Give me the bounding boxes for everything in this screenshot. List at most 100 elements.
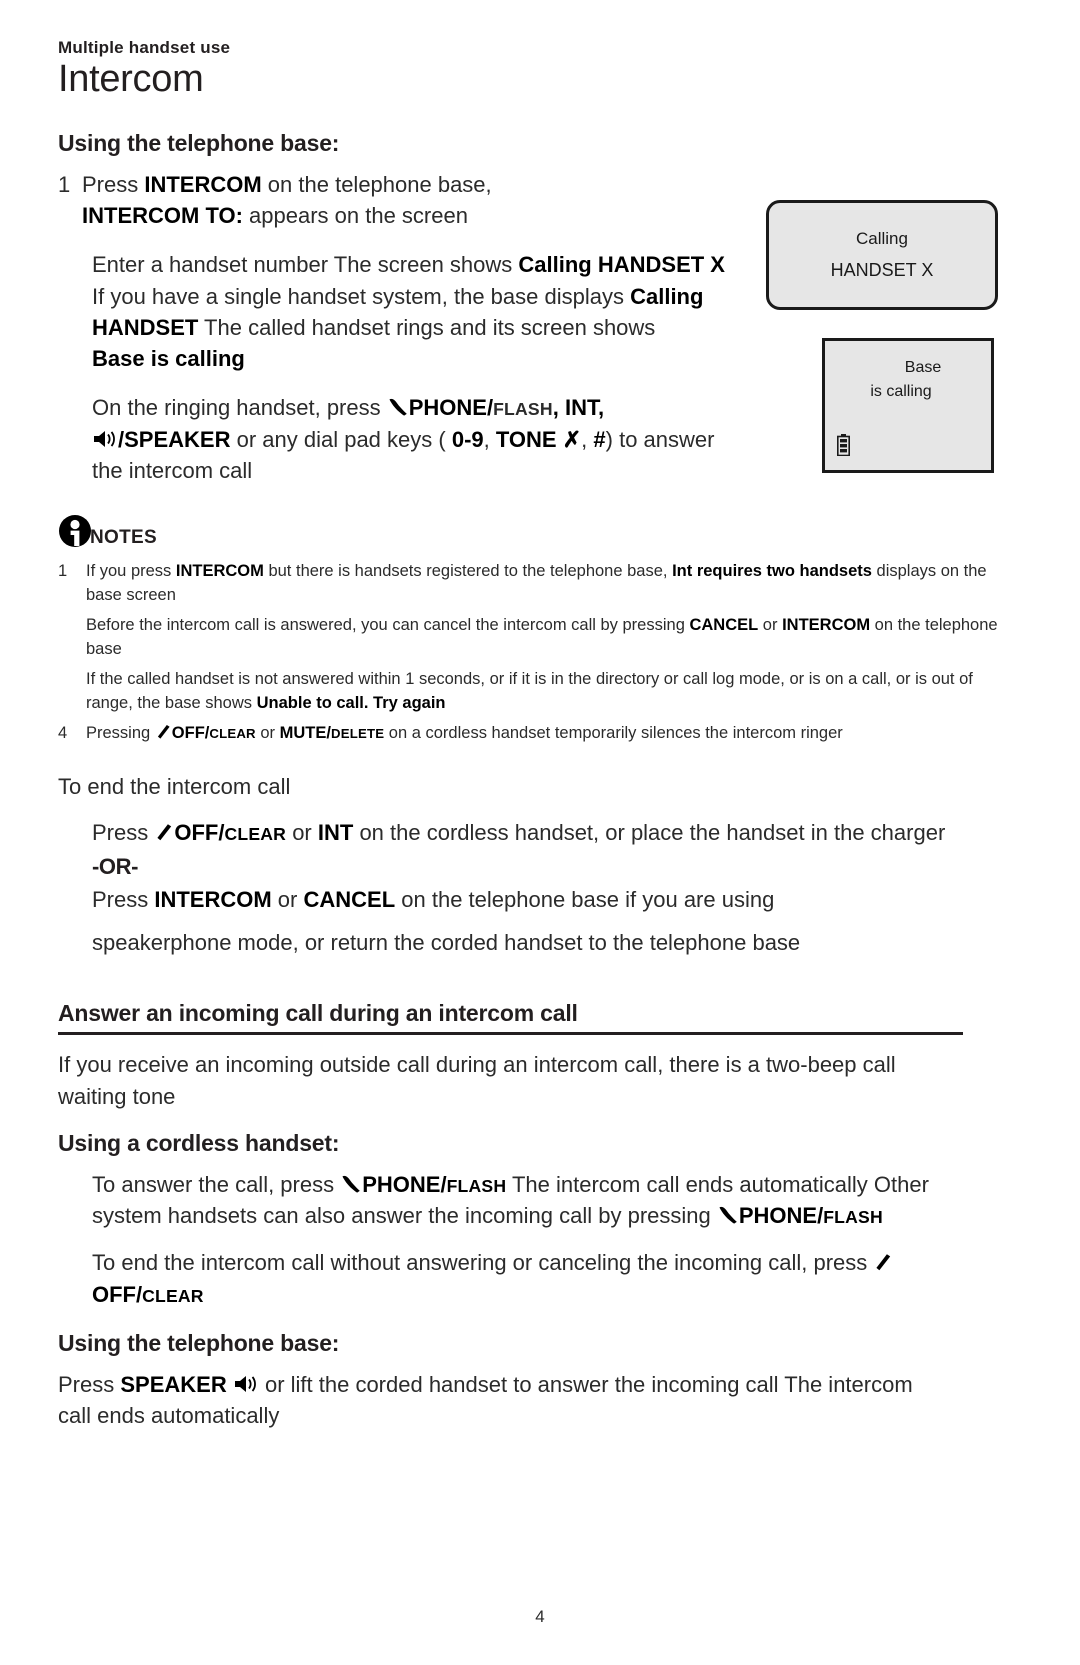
note-number: 4: [58, 723, 68, 742]
page-title: Intercom: [58, 58, 204, 100]
step1-display-intercom-to: INTERCOM TO:: [82, 203, 243, 229]
end-p1-a: Press: [92, 819, 155, 845]
end-p1-key-int: INT: [317, 819, 354, 845]
p3-g: or any dial pad keys (: [230, 426, 452, 452]
note-item: 4 Pressing OFF/CLEAR or MUTE/DELETE on a…: [58, 722, 1000, 746]
note1-display-int-requires: Int requires two handsets: [672, 562, 872, 580]
off-clear-icon: [157, 823, 172, 840]
end-p2-key-cancel: CANCEL: [303, 886, 396, 912]
p3-key-int: INT: [564, 395, 598, 421]
note2-key-intercom: INTERCOM: [782, 615, 871, 634]
note4-c: or: [255, 723, 280, 742]
phone-handset-icon: [719, 1207, 737, 1224]
note3-a: If the called handset is not answered wi…: [86, 669, 973, 712]
end-p1-c: or: [286, 819, 318, 845]
cord-p1-key-phone: PHONE/: [362, 1171, 447, 1197]
end-call-intro: To end the intercom call: [58, 774, 291, 800]
notes-block: NOTES 1 If you press INTERCOM but there …: [58, 514, 1000, 745]
note2-c: or: [758, 615, 783, 634]
handset-screen-line2: is calling: [870, 383, 932, 400]
handset-screen-line1: Base: [904, 359, 942, 376]
end-p2-e: on the telephone base if you are using: [395, 886, 775, 912]
p3-key-speaker: /SPEAKER: [118, 426, 231, 452]
cord-p1-key-flash-2: FLASH: [823, 1207, 883, 1228]
step-text: Press INTERCOM on the telephone base, IN…: [82, 169, 722, 231]
end-call-paragraph-speakerphone: speakerphone mode, or return the corded …: [92, 930, 801, 956]
notes-header: NOTES: [58, 514, 1000, 548]
note4-key-off: OFF/: [171, 723, 210, 742]
note-number: 1: [58, 562, 68, 580]
p3-key-flash: FLASH: [493, 399, 553, 420]
step1-text-e: appears on the screen: [242, 203, 468, 229]
p3-k: ,: [483, 426, 496, 452]
note-text: If the called handset is not answered wi…: [86, 668, 1000, 716]
note-text: Before the intercom call is answered, yo…: [86, 614, 1000, 662]
screen-illustrations: Calling HANDSET X Base is calling: [752, 200, 1002, 473]
paragraph-enter-handset-number: Enter a handset number The screen shows …: [92, 249, 732, 374]
off-clear-icon: [157, 724, 170, 739]
paragraph-ringing-handset: On the ringing handset, press PHONE/FLAS…: [92, 392, 732, 486]
end-p2-key-intercom: INTERCOM: [154, 886, 272, 912]
p3-key-tone: TONE: [495, 426, 563, 452]
end-p2-a: Press: [92, 886, 155, 912]
end-call-paragraph-handset: Press OFF/CLEAR or INT on the cordless h…: [92, 817, 972, 848]
heading-using-telephone-base-2: Using the telephone base:: [58, 1329, 340, 1356]
cord-p1-a: To answer the call, press: [92, 1171, 341, 1197]
p3-key-0: 0: [451, 426, 465, 452]
speaker-icon: [94, 430, 115, 447]
note2-key-cancel: CANCEL: [689, 615, 759, 634]
base-p1-key-speaker: SPEAKER: [120, 1371, 227, 1397]
p2-display-calling-handset-x: Calling HANDSET X: [518, 252, 725, 278]
step1-text-c: on the telephone base,: [261, 171, 492, 197]
p3-key-pound: #: [593, 426, 606, 452]
note-item: Before the intercom call is answered, yo…: [58, 614, 1000, 662]
step-number: 1: [58, 171, 71, 197]
cord-p1-key-flash: FLASH: [446, 1175, 507, 1196]
note3-display-unable-to-call: Unable to call. Try again: [256, 693, 446, 712]
note4-a: Pressing: [86, 723, 155, 742]
notes-label: NOTES: [90, 527, 157, 548]
handset-screen-illustration: Base is calling: [822, 338, 994, 473]
heading-answer-incoming-call: Answer an incoming call during an interc…: [58, 1000, 963, 1036]
p3-key-phone: PHONE/: [408, 395, 494, 421]
note-item: If the called handset is not answered wi…: [58, 668, 1000, 716]
answer-incoming-intro: If you receive an incoming outside call …: [58, 1052, 896, 1109]
cord-p1-key-phone-2: PHONE/: [738, 1203, 824, 1229]
note4-e: on a cordless handset temporarily silenc…: [384, 723, 843, 742]
step1-key-intercom: INTERCOM: [144, 171, 262, 197]
base-screen-line2: HANDSET X: [830, 260, 934, 280]
heading-using-telephone-base: Using the telephone base:: [58, 129, 340, 156]
p3-key-9: 9: [471, 426, 484, 452]
base-paragraph-answer: Press SPEAKER or lift the corded handset…: [58, 1369, 938, 1431]
p3-e: ,: [597, 395, 605, 421]
phone-handset-icon: [389, 399, 407, 416]
note-text: If you press INTERCOM but there is hands…: [86, 560, 1000, 608]
note4-key-delete: DELETE: [330, 725, 385, 741]
page-number: 4: [535, 1607, 545, 1626]
end-p1-key-clear: CLEAR: [224, 823, 287, 844]
cord-p2-key-off: OFF/: [92, 1281, 143, 1307]
cordless-paragraph-end: To end the intercom call without answeri…: [92, 1247, 972, 1309]
step1-text-a: Press: [82, 171, 145, 197]
note-number: [58, 614, 74, 662]
end-p1-key-off: OFF/: [174, 819, 225, 845]
note1-c: but there is handsets registered to the …: [263, 562, 673, 580]
p2-display-base-is-calling: Base is calling: [92, 346, 245, 372]
p2-c: If you have a single handset system, the…: [92, 283, 631, 309]
off-clear-icon: [876, 1254, 891, 1271]
note4-key-clear: CLEAR: [209, 725, 256, 741]
p3-c: ,: [552, 395, 565, 421]
speaker-icon: [234, 1375, 256, 1392]
cord-p2-a: To end the intercom call without answeri…: [92, 1250, 874, 1276]
phone-handset-icon: [342, 1175, 361, 1193]
running-head: Multiple handset use: [58, 38, 231, 57]
note-number: [58, 668, 74, 716]
end-p1-e: on the cordless handset, or place the ha…: [353, 819, 946, 845]
end-p2-c: or: [271, 886, 304, 912]
p2-a: Enter a handset number The screen shows: [92, 252, 519, 278]
note4-key-mute: MUTE/: [279, 723, 331, 742]
manual-page: Multiple handset use Intercom Calling HA…: [0, 0, 1080, 1665]
note1-a: If you press: [86, 562, 176, 580]
cordless-paragraph-answer: To answer the call, press PHONE/FLASH Th…: [92, 1169, 972, 1231]
info-icon: [59, 515, 91, 547]
